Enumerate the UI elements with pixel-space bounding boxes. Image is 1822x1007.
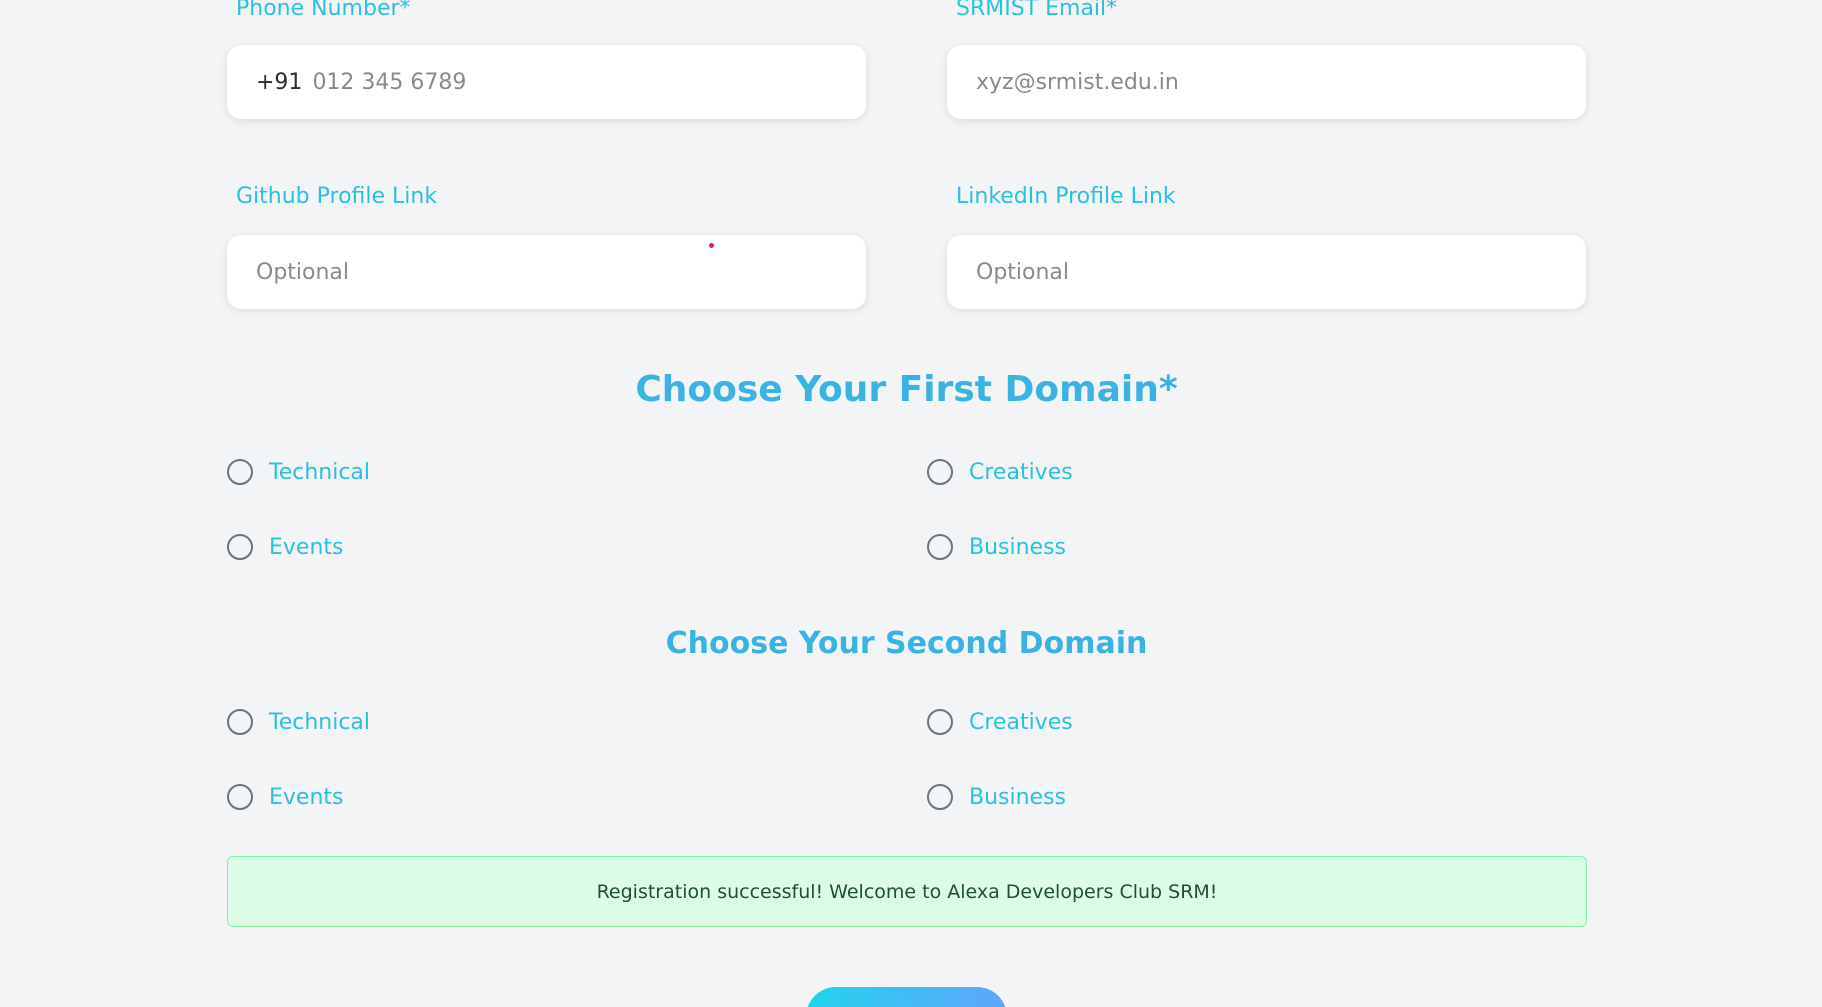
radio-button[interactable] bbox=[927, 459, 953, 485]
srmist-email-field[interactable] bbox=[947, 45, 1586, 119]
second-domain-option-technical[interactable]: Technical bbox=[227, 709, 370, 735]
radio-label: Technical bbox=[269, 709, 371, 735]
registration-form-page: Phone Number* +91 SRMIST Email* Github P… bbox=[0, 0, 1822, 1007]
phone-number-input[interactable] bbox=[312, 69, 853, 95]
radio-label: Creatives bbox=[969, 459, 1073, 485]
first-domain-option-events[interactable]: Events bbox=[227, 534, 344, 560]
srmist-email-input[interactable] bbox=[976, 69, 1516, 95]
second-domain-option-business[interactable]: Business bbox=[927, 784, 1066, 810]
first-domain-option-business[interactable]: Business bbox=[927, 534, 1066, 560]
radio-button[interactable] bbox=[927, 534, 953, 560]
phone-country-code: +91 bbox=[256, 69, 303, 95]
radio-button[interactable] bbox=[227, 534, 253, 560]
github-profile-input[interactable] bbox=[256, 259, 796, 285]
registration-success-banner: Registration successful! Welcome to Alex… bbox=[227, 856, 1587, 927]
second-domain-heading: Choose Your Second Domain bbox=[665, 626, 1148, 661]
first-domain-option-technical[interactable]: Technical bbox=[227, 459, 370, 485]
phone-number-field[interactable]: +91 bbox=[227, 45, 866, 119]
radio-label: Business bbox=[969, 784, 1067, 810]
cursor-dot-icon bbox=[709, 243, 714, 248]
linkedin-profile-label: LinkedIn Profile Link bbox=[956, 184, 1176, 209]
radio-label: Business bbox=[969, 534, 1067, 560]
github-profile-field[interactable] bbox=[227, 235, 866, 309]
radio-button[interactable] bbox=[227, 784, 253, 810]
radio-button[interactable] bbox=[227, 709, 253, 735]
radio-button[interactable] bbox=[227, 459, 253, 485]
radio-label: Events bbox=[269, 784, 344, 810]
radio-label: Creatives bbox=[969, 709, 1073, 735]
linkedin-profile-field[interactable] bbox=[947, 235, 1586, 309]
second-domain-option-creatives[interactable]: Creatives bbox=[927, 709, 1073, 735]
linkedin-profile-input[interactable] bbox=[976, 259, 1516, 285]
first-domain-heading: Choose Your First Domain* bbox=[635, 369, 1178, 410]
radio-button[interactable] bbox=[927, 709, 953, 735]
radio-button[interactable] bbox=[927, 784, 953, 810]
success-message: Registration successful! Welcome to Alex… bbox=[596, 880, 1218, 903]
radio-label: Events bbox=[269, 534, 344, 560]
srmist-email-label: SRMIST Email* bbox=[956, 0, 1118, 21]
first-domain-option-creatives[interactable]: Creatives bbox=[927, 459, 1073, 485]
second-domain-option-events[interactable]: Events bbox=[227, 784, 344, 810]
submit-button[interactable] bbox=[806, 987, 1007, 1007]
github-profile-label: Github Profile Link bbox=[236, 184, 438, 209]
phone-number-label: Phone Number* bbox=[236, 0, 411, 21]
radio-label: Technical bbox=[269, 459, 371, 485]
